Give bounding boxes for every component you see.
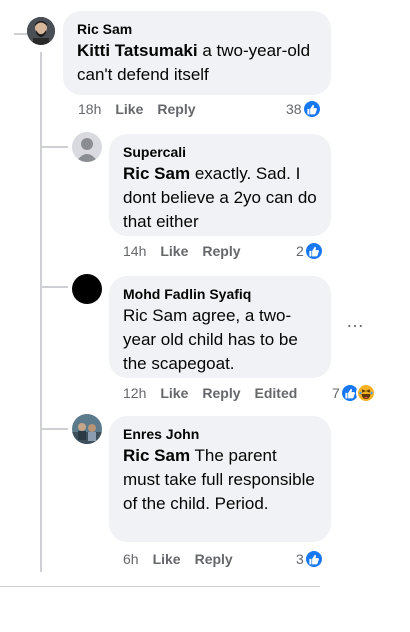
comment-actions: 12h Like Reply Edited bbox=[123, 385, 297, 401]
comment-time[interactable]: 18h bbox=[78, 101, 101, 117]
avatar-ric-sam[interactable] bbox=[27, 17, 55, 45]
reaction-count: 38 bbox=[286, 101, 302, 117]
comment-actions: 6h Like Reply bbox=[123, 551, 233, 567]
like-icon bbox=[303, 241, 324, 261]
comment-bubble: Enres John Ric Sam The parent must take … bbox=[109, 416, 331, 542]
comment-time[interactable]: 14h bbox=[123, 243, 146, 259]
like-button[interactable]: Like bbox=[153, 551, 181, 567]
like-button[interactable]: Like bbox=[160, 385, 188, 401]
reaction-count: 7 bbox=[332, 385, 340, 401]
mention-link[interactable]: Ric Sam bbox=[123, 446, 190, 465]
edited-label[interactable]: Edited bbox=[255, 385, 298, 401]
like-icon bbox=[301, 99, 322, 119]
comment-author[interactable]: Enres John bbox=[123, 425, 317, 444]
like-button[interactable]: Like bbox=[115, 101, 143, 117]
default-avatar-icon bbox=[76, 138, 98, 162]
divider bbox=[0, 586, 320, 587]
avatar-image bbox=[27, 17, 55, 45]
comment-time[interactable]: 12h bbox=[123, 385, 146, 401]
reaction-summary[interactable]: 7 bbox=[332, 383, 376, 403]
thread-branch-2 bbox=[40, 286, 68, 288]
reaction-summary[interactable]: 38 bbox=[286, 99, 322, 119]
reply-button[interactable]: Reply bbox=[195, 551, 233, 567]
comment-bubble: Ric Sam Kitti Tatsumaki a two-year-old c… bbox=[63, 11, 331, 95]
avatar-supercali[interactable] bbox=[72, 132, 102, 162]
comment-author[interactable]: Ric Sam bbox=[77, 20, 317, 39]
avatar-enres-john[interactable] bbox=[72, 414, 102, 444]
thread-branch-1 bbox=[40, 146, 68, 148]
thread-line-vertical bbox=[40, 52, 42, 572]
comment-text: Ric Sam agree, a two-year old child has … bbox=[123, 306, 298, 373]
comment-actions: 14h Like Reply bbox=[123, 243, 241, 259]
comment-text: Ric Sam The parent must take full respon… bbox=[123, 446, 315, 513]
reaction-count: 3 bbox=[296, 551, 304, 567]
avatar-image bbox=[72, 414, 102, 444]
comment-text: Ric Sam exactly. Sad. I dont believe a 2… bbox=[123, 164, 317, 231]
comment-text: Kitti Tatsumaki a two-year-old can't def… bbox=[77, 41, 311, 84]
thread-branch-3 bbox=[40, 428, 68, 430]
like-button[interactable]: Like bbox=[160, 243, 188, 259]
mention-link[interactable]: Kitti Tatsumaki bbox=[77, 41, 198, 60]
like-icon bbox=[303, 549, 324, 569]
comment-bubble: Supercali Ric Sam exactly. Sad. I dont b… bbox=[109, 134, 331, 236]
comment-author[interactable]: Supercali bbox=[123, 143, 317, 162]
haha-icon bbox=[355, 383, 376, 403]
reply-button[interactable]: Reply bbox=[202, 385, 240, 401]
reaction-summary[interactable]: 3 bbox=[296, 549, 324, 569]
comment-time[interactable]: 6h bbox=[123, 551, 139, 567]
thread-line-top bbox=[14, 33, 28, 35]
reaction-summary[interactable]: 2 bbox=[296, 241, 324, 261]
avatar-mohd-fadlin-syafiq[interactable] bbox=[72, 274, 102, 304]
reply-button[interactable]: Reply bbox=[202, 243, 240, 259]
reply-button[interactable]: Reply bbox=[157, 101, 195, 117]
mention-link[interactable]: Ric Sam bbox=[123, 164, 190, 183]
reaction-count: 2 bbox=[296, 243, 304, 259]
comment-actions: 18h Like Reply bbox=[78, 101, 196, 117]
comment-author[interactable]: Mohd Fadlin Syafiq bbox=[123, 285, 317, 304]
comment-bubble: Mohd Fadlin Syafiq Ric Sam agree, a two-… bbox=[109, 276, 331, 378]
more-options-icon[interactable]: … bbox=[346, 311, 365, 332]
